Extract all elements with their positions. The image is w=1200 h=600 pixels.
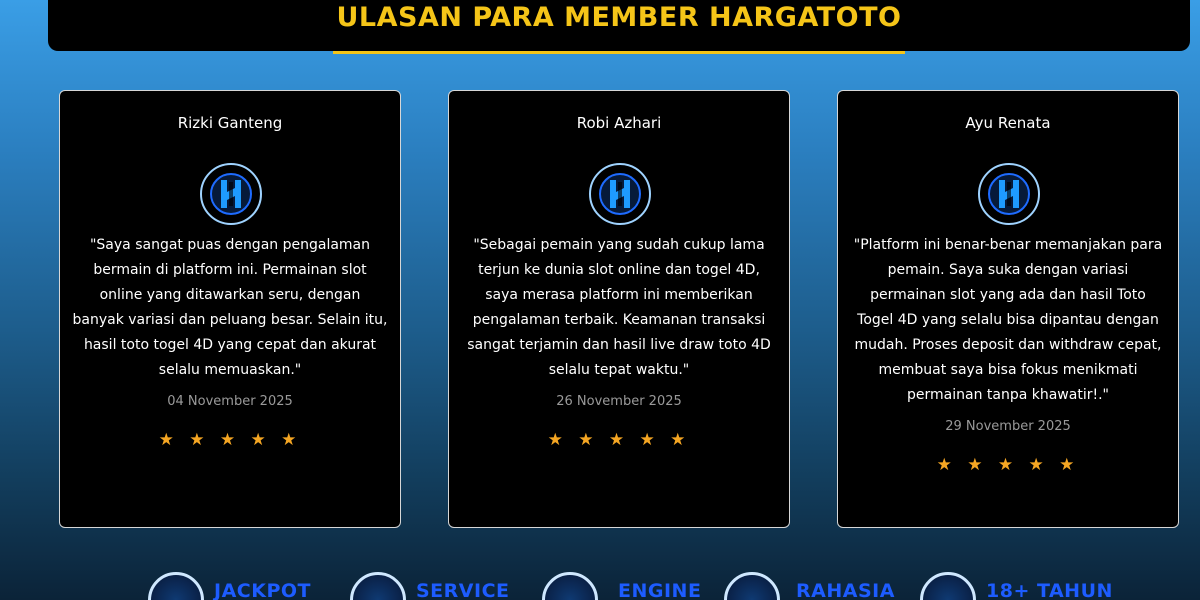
review-card: Robi Azhari "Sebagai pemain yang sudah c…	[448, 90, 790, 528]
star-rating: ★ ★ ★ ★ ★	[158, 430, 302, 450]
badge-label: JACKPOT	[214, 580, 311, 600]
brand-logo-icon	[210, 173, 252, 215]
badge-label: 18+ TAHUN	[986, 580, 1113, 600]
review-date: 26 November 2025	[556, 394, 682, 409]
badge-label: ENGINE	[618, 580, 702, 600]
avatar	[200, 163, 262, 225]
review-card: Ayu Renata "Platform ini benar-benar mem…	[837, 90, 1179, 528]
review-body: "Saya sangat puas dengan pengalaman berm…	[72, 233, 388, 450]
review-card: Rizki Ganteng "Saya sangat puas dengan p…	[59, 90, 401, 528]
avatar	[978, 163, 1040, 225]
badge-label: SERVICE	[416, 580, 510, 600]
reviewer-name: Robi Azhari	[576, 114, 662, 132]
star-rating: ★ ★ ★ ★ ★	[547, 430, 691, 450]
reviewer-name: Ayu Renata	[965, 114, 1051, 132]
header-bar: ULASAN PARA MEMBER HARGATOTO	[48, 0, 1190, 51]
review-body: "Platform ini benar-benar memanjakan par…	[850, 233, 1166, 475]
star-rating: ★ ★ ★ ★ ★	[936, 455, 1080, 475]
review-text: "Sebagai pemain yang sudah cukup lama te…	[467, 237, 771, 378]
reviewer-name: Rizki Ganteng	[177, 114, 283, 132]
review-text: "Saya sangat puas dengan pengalaman berm…	[72, 237, 388, 378]
engine-icon	[542, 572, 598, 600]
service-icon	[350, 572, 406, 600]
review-text: "Platform ini benar-benar memanjakan par…	[853, 237, 1163, 403]
brand-logo-icon	[599, 173, 641, 215]
title-underline	[333, 51, 905, 54]
age-18-icon	[920, 572, 976, 600]
feature-badges: JACKPOT SERVICE ENGINE RAHASIA 18+ TAHUN	[0, 572, 1200, 600]
review-date: 29 November 2025	[945, 419, 1071, 434]
avatar	[589, 163, 651, 225]
badge-label: RAHASIA	[796, 580, 895, 600]
jackpot-icon	[148, 572, 204, 600]
review-date: 04 November 2025	[167, 394, 293, 409]
brand-logo-icon	[988, 173, 1030, 215]
review-body: "Sebagai pemain yang sudah cukup lama te…	[461, 233, 777, 450]
lock-icon	[724, 572, 780, 600]
page-title: ULASAN PARA MEMBER HARGATOTO	[336, 2, 902, 33]
